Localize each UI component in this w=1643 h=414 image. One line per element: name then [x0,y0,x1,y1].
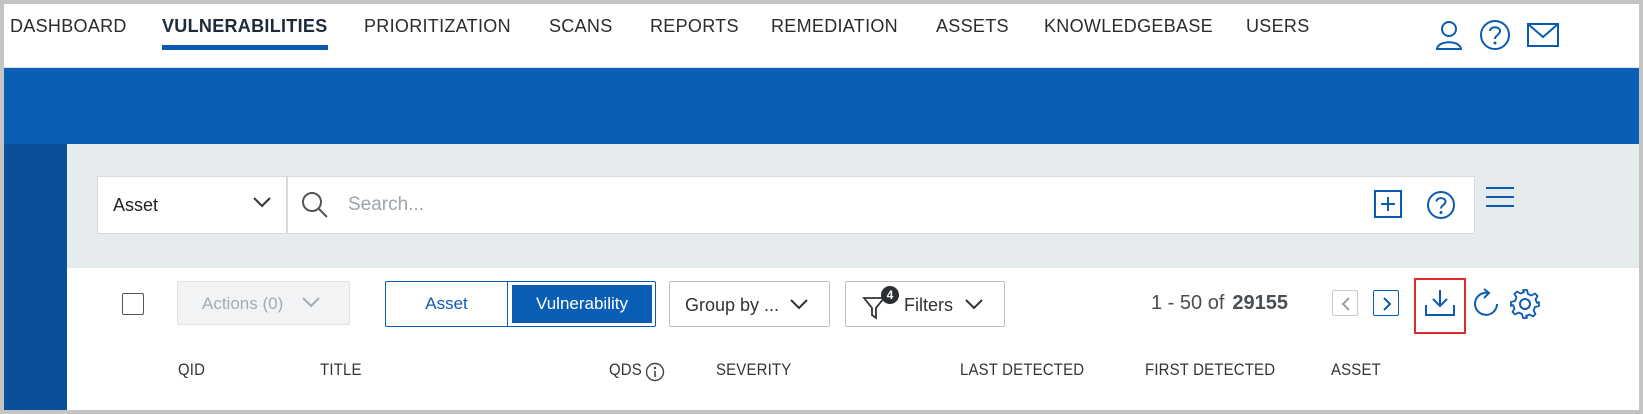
hamburger-menu-icon[interactable] [1485,186,1515,208]
filters-label: Filters [904,295,953,315]
add-query-icon[interactable] [1374,190,1402,218]
column-header-qds[interactable]: QDS [609,360,642,380]
tab-knowledgebase[interactable]: KNOWLEDGEBASE [1044,16,1213,37]
actions-dropdown: Actions (0) [177,281,350,325]
tab-reports[interactable]: REPORTS [650,16,739,37]
pagination-range: 1 - 50 of [1151,292,1225,314]
search-input[interactable] [348,185,1348,225]
chevron-down-icon [965,299,983,310]
tab-assets[interactable]: ASSETS [936,16,1009,37]
app-window: DASHBOARD VULNERABILITIES PRIORITIZATION… [0,0,1643,414]
search-help-icon[interactable] [1426,190,1456,220]
tab-dashboard[interactable]: DASHBOARD [10,16,127,37]
column-header-title[interactable]: TITLE [320,360,362,380]
chevron-down-icon [302,297,320,308]
column-header-first-detected[interactable]: FIRST DETECTED [1145,360,1275,380]
search-bar: Asset [97,176,1475,234]
mail-icon[interactable] [1526,18,1560,52]
search-icon [302,192,328,218]
results-toolbar: Actions (0) Asset Vulnerability Group by… [67,268,1639,410]
column-header-qid[interactable]: QID [178,360,205,380]
top-nav: DASHBOARD VULNERABILITIES PRIORITIZATION… [4,4,1639,68]
actions-label: Actions (0) [202,294,284,313]
tab-prioritization[interactable]: PRIORITIZATION [364,16,511,37]
column-header-severity[interactable]: SEVERITY [716,360,791,380]
tab-vulnerabilities[interactable]: VULNERABILITIES [162,16,328,50]
left-sidebar-strip [4,144,67,410]
tab-scans[interactable]: SCANS [549,16,613,37]
select-all-checkbox[interactable] [122,293,144,315]
filters-count-badge: 4 [881,286,899,304]
download-icon[interactable] [1423,288,1457,318]
next-page-button[interactable] [1373,290,1399,316]
gear-icon[interactable] [1509,288,1541,320]
search-scope-dropdown[interactable]: Asset [98,177,288,233]
user-icon[interactable] [1432,18,1466,52]
tab-remediation[interactable]: REMEDIATION [771,16,898,37]
pagination-info: 1 - 50 of 29155 [1151,292,1288,315]
group-by-dropdown[interactable]: Group by ... [669,281,830,327]
group-by-label: Group by ... [685,295,780,315]
chevron-down-icon [253,197,271,208]
tab-users[interactable]: USERS [1246,16,1310,37]
search-area: Asset [67,144,1639,268]
chevron-left-icon [1341,297,1350,311]
column-header-last-detected[interactable]: LAST DETECTED [960,360,1084,380]
pagination-total: 29155 [1232,292,1289,314]
toggle-vulnerability[interactable]: Vulnerability [512,285,652,323]
info-icon[interactable] [645,362,665,382]
header-band [4,68,1639,144]
chevron-right-icon [1383,297,1392,311]
search-scope-label: Asset [113,195,159,215]
filters-dropdown[interactable]: 4 Filters [845,281,1005,327]
refresh-icon[interactable] [1471,288,1501,320]
help-icon[interactable] [1478,18,1512,52]
prev-page-button[interactable] [1332,290,1358,316]
toggle-asset[interactable]: Asset [386,282,508,326]
view-toggle: Asset Vulnerability [385,281,656,327]
chevron-down-icon [790,299,808,310]
column-header-asset[interactable]: ASSET [1331,360,1381,380]
